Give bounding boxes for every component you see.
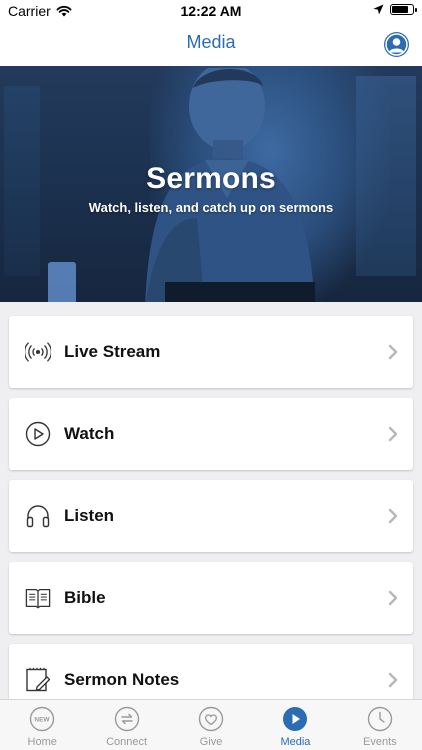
notes-icon — [25, 667, 51, 693]
tab-bar: NEW Home Connect Give Media Events — [0, 699, 422, 750]
menu-item-label: Bible — [64, 588, 106, 607]
status-time: 12:22 AM — [180, 3, 242, 19]
chevron-right-icon — [388, 672, 398, 688]
menu-item-watch[interactable]: Watch — [9, 398, 413, 470]
menu-item-label: Listen — [64, 506, 115, 525]
tab-events[interactable]: Events — [338, 700, 422, 750]
tab-media[interactable]: Media — [253, 700, 337, 750]
tab-label: Media — [280, 736, 311, 748]
tab-home[interactable]: NEW Home — [0, 700, 84, 750]
menu-list: Live Stream Watch Listen Bible Sermon No… — [9, 316, 413, 726]
hero-text: Sermons Watch, listen, and catch up on s… — [0, 162, 422, 215]
status-bar: Carrier 12:22 AM — [0, 0, 422, 22]
play-circle-icon — [25, 421, 51, 447]
menu-item-label: Live Stream — [64, 342, 161, 361]
candle-image — [48, 262, 76, 302]
menu-item-listen[interactable]: Listen — [9, 480, 413, 552]
broadcast-icon — [25, 339, 51, 365]
page-title: Media — [186, 32, 236, 52]
battery-icon — [390, 4, 417, 15]
clock-icon — [367, 706, 393, 732]
hero-title: Sermons — [146, 162, 276, 195]
status-right — [373, 4, 417, 15]
screen: Carrier 12:22 AM Media Sermons Watch, li… — [0, 0, 422, 750]
connect-icon — [114, 706, 139, 732]
new-badge-icon: NEW — [30, 706, 55, 732]
menu-item-live-stream[interactable]: Live Stream — [9, 316, 413, 388]
new-badge-text: NEW — [35, 717, 51, 724]
tab-label: Give — [199, 736, 223, 748]
nav-bar: Media — [0, 22, 422, 66]
heart-icon — [198, 706, 224, 732]
book-icon — [25, 585, 51, 611]
chevron-right-icon — [388, 344, 398, 360]
menu-item-label: Sermon Notes — [64, 670, 180, 689]
profile-icon — [385, 33, 408, 56]
battery-level — [392, 6, 408, 13]
menu-item-label: Watch — [64, 424, 115, 443]
headphones-icon — [25, 503, 51, 529]
tab-label: Connect — [106, 736, 148, 748]
hero-banner[interactable]: Sermons Watch, listen, and catch up on s… — [0, 66, 422, 302]
tab-label: Home — [27, 736, 57, 748]
profile-button[interactable] — [384, 32, 409, 57]
chevron-right-icon — [388, 426, 398, 442]
tab-label: Events — [363, 736, 397, 748]
hero-subtitle: Watch, listen, and catch up on sermons — [88, 200, 334, 215]
play-icon — [283, 707, 308, 731]
chevron-right-icon — [388, 590, 398, 606]
tab-connect[interactable]: Connect — [84, 700, 168, 750]
menu-item-bible[interactable]: Bible — [9, 562, 413, 634]
tab-give[interactable]: Give — [169, 700, 253, 750]
location-arrow-icon — [373, 4, 384, 15]
chevron-right-icon — [388, 508, 398, 524]
